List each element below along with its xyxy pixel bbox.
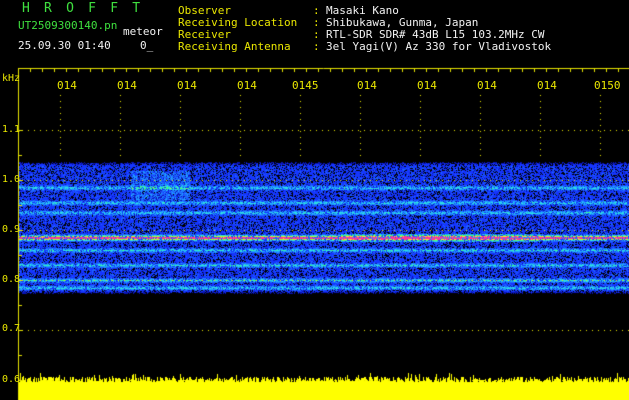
y-tick-label: 1.1	[2, 124, 21, 135]
hrofft-screen: H R O F F T UT2509300140.pn meteor 25.09…	[0, 0, 629, 400]
spectrogram-canvas	[0, 0, 629, 400]
receiver-value: RTL-SDR SDR# 43dB L15 103.2MHz CW	[326, 28, 545, 41]
x-tick-label: 014	[537, 79, 557, 92]
y-tick-label: 0.7	[2, 323, 21, 334]
x-tick-label: 014	[177, 79, 197, 92]
receiver-colon: :	[313, 28, 320, 41]
y-tick-label: 0.8	[2, 274, 21, 285]
x-tick-label: 0145	[292, 79, 319, 92]
location-value: Shibukawa, Gunma, Japan	[326, 16, 479, 29]
x-tick-label: 014	[57, 79, 77, 92]
app-title: H R O F F T	[22, 1, 144, 16]
antenna-label: Receiving Antenna	[178, 40, 291, 53]
y-tick-label: 0.9	[2, 224, 21, 235]
x-tick-label: 0150	[594, 79, 621, 92]
x-tick-label: 014	[237, 79, 257, 92]
x-tick-label: 014	[477, 79, 497, 92]
y-axis-unit: kHz	[2, 73, 21, 84]
observer-colon: :	[313, 4, 320, 17]
y-tick-label: 0.6	[2, 374, 21, 385]
x-tick-label: 014	[357, 79, 377, 92]
meteor-label: meteor	[123, 25, 163, 38]
meteor-count: 0_	[140, 39, 154, 52]
x-tick-label: 014	[417, 79, 437, 92]
x-tick-label: 014	[117, 79, 137, 92]
antenna-value: 3el Yagi(V) Az 330 for Vladivostok	[326, 40, 552, 53]
receiver-label: Receiver	[178, 28, 231, 41]
file-name: UT2509300140.pn	[18, 19, 118, 32]
date-time: 25.09.30 01:40	[18, 39, 111, 52]
y-tick-label: 1.0	[2, 174, 21, 185]
location-label: Receiving Location	[178, 16, 298, 29]
location-colon: :	[313, 16, 320, 29]
observer-value: Masaki Kano	[326, 4, 399, 17]
antenna-colon: :	[313, 40, 320, 53]
observer-label: Observer	[178, 4, 231, 17]
